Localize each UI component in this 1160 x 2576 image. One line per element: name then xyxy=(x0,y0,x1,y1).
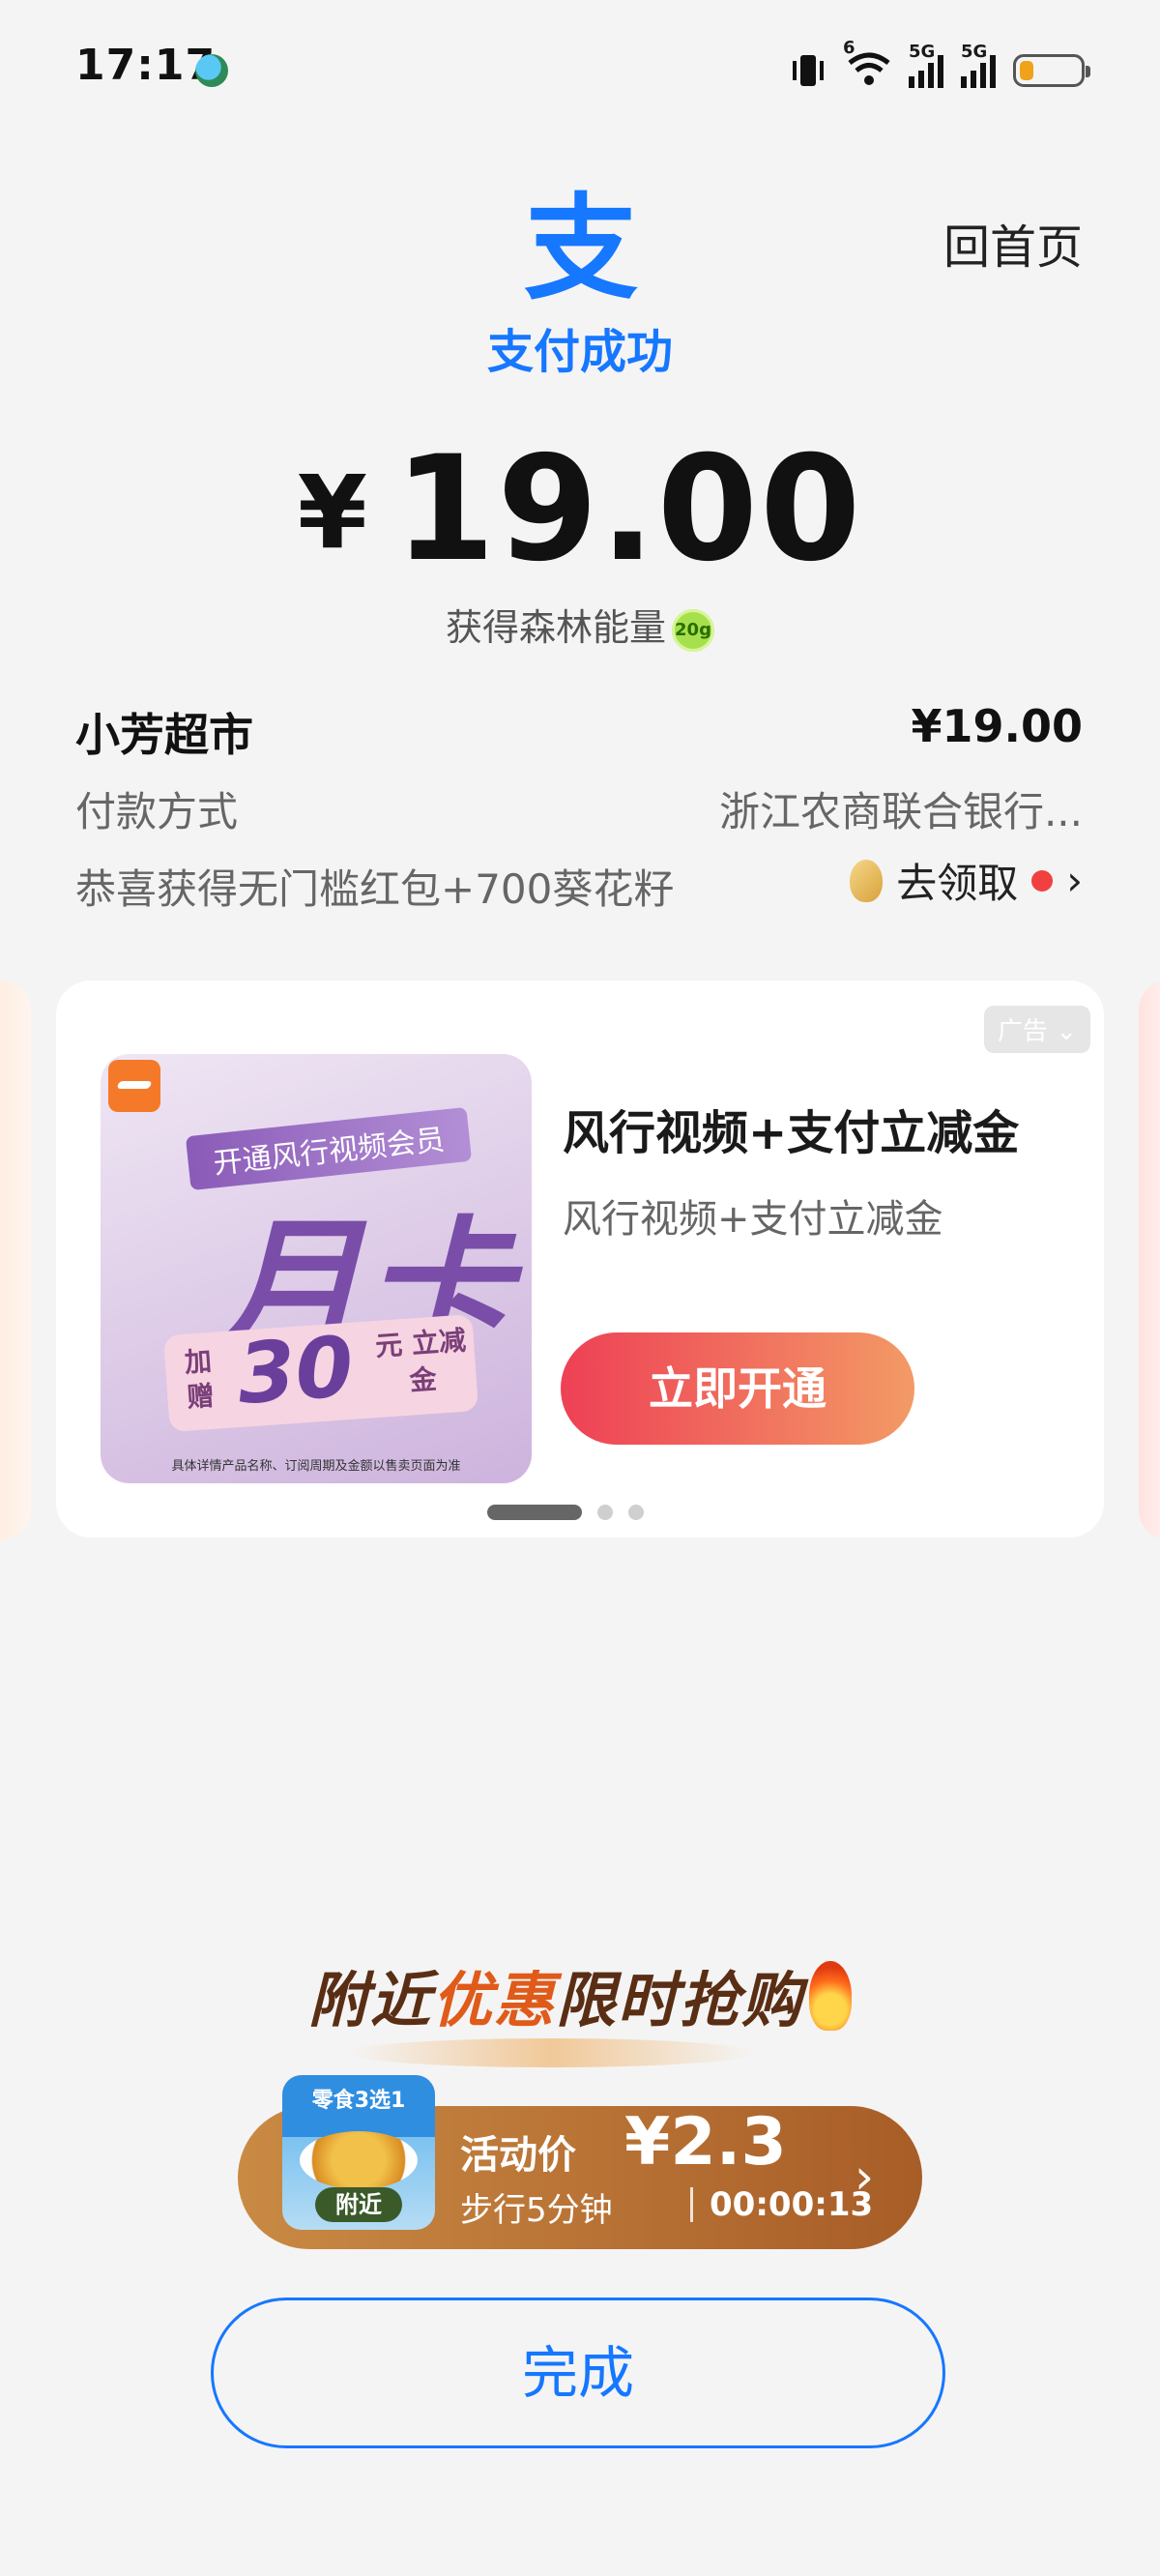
ad-title[interactable]: 风行视频+支付立减金 xyxy=(563,1095,1019,1162)
ad-tag[interactable]: 广告 ⌄ xyxy=(983,1006,1090,1053)
alipay-logo-icon: 支 xyxy=(524,190,638,306)
energy-text: 获得森林能量 xyxy=(445,606,666,649)
promo-swash xyxy=(348,2038,754,2067)
reward-text: 恭喜获得无门槛红包+700葵花籽 xyxy=(75,865,675,913)
battery-icon xyxy=(1013,54,1090,87)
reward-claim-label: 去领取 xyxy=(896,860,1019,907)
chevron-down-icon: ⌄ xyxy=(1047,1017,1077,1046)
signal-icon: 5G xyxy=(909,42,943,88)
ad-open-button[interactable]: 立即开通 xyxy=(561,1332,914,1445)
chevron-right-icon[interactable]: › xyxy=(855,2149,874,2205)
status-icons: 6 5G 5G xyxy=(787,38,1090,95)
energy-badge-icon: 20g xyxy=(672,608,714,652)
payment-amount: ¥19.00 xyxy=(0,425,1160,594)
battery-level xyxy=(1020,61,1033,80)
promo-title-c: 限时抢购 xyxy=(556,1965,804,2035)
globe-icon xyxy=(195,54,228,87)
carousel-prev-card[interactable] xyxy=(0,981,31,1539)
promo-walk-distance: 步行5分钟 xyxy=(460,2191,613,2230)
promo-countdown: 00:00:13 xyxy=(710,2185,874,2224)
sunflower-seed-icon xyxy=(850,859,884,902)
carousel-dot xyxy=(597,1505,613,1520)
payment-success-title: 支付成功 xyxy=(486,325,673,379)
sim1-label: 5G xyxy=(909,42,936,62)
promo-title-a: 附近 xyxy=(307,1965,432,2035)
promo-title: 附近优惠限时抢购 xyxy=(0,1951,1160,2038)
logo-glyph: 支 xyxy=(524,190,638,306)
vibrate-icon xyxy=(793,55,824,86)
done-button[interactable]: 完成 xyxy=(211,2298,945,2448)
sim2-label: 5G xyxy=(961,42,988,62)
brand-logo-icon xyxy=(108,1060,160,1112)
chevron-right-icon: › xyxy=(1066,857,1083,904)
ad-image-fineprint: 具体详情产品名称、订阅周期及金额以售卖页面为准 xyxy=(171,1459,461,1474)
payment-method-label: 付款方式 xyxy=(75,788,239,835)
reward-claim-button[interactable]: 去领取 › xyxy=(850,851,1083,910)
wifi-icon: 6 xyxy=(843,38,891,90)
ad-tag-label: 广告 xyxy=(997,1017,1048,1046)
ad-image[interactable]: 开通风行视频会员 月卡 加赠 30 元 立减金 具体详情产品名称、订阅周期及金额… xyxy=(101,1054,532,1483)
flame-icon xyxy=(809,1961,853,2031)
carousel-dot xyxy=(628,1505,644,1520)
snack-image xyxy=(300,2131,418,2189)
wifi-label: 6 xyxy=(843,38,856,58)
signal-icon: 5G xyxy=(961,42,996,88)
ad-image-add: 加赠 xyxy=(183,1344,216,1414)
promo-title-b: 优惠 xyxy=(431,1965,556,2035)
promo-thumbnail[interactable]: 零食3选1 附近 xyxy=(282,2075,435,2230)
promo-thumb-badge: 附近 xyxy=(315,2187,402,2222)
ad-image-coupon: 加赠 30 元 立减金 xyxy=(162,1313,479,1433)
amount-value: 19.00 xyxy=(393,425,863,594)
promo-price: ¥2.3 xyxy=(624,2104,787,2181)
promo-price-label: 活动价 xyxy=(460,2133,576,2178)
ad-subtitle: 风行视频+支付立减金 xyxy=(563,1197,943,1242)
ad-image-number: 30 xyxy=(234,1318,357,1423)
promo-divider xyxy=(690,2187,693,2222)
forest-energy[interactable]: 获得森林能量 20g xyxy=(0,598,1160,652)
promo-thumb-label: 零食3选1 xyxy=(311,2089,406,2113)
status-time: 17:17 xyxy=(75,41,217,90)
merchant-amount: ¥19.00 xyxy=(911,700,1083,752)
carousel-indicator xyxy=(487,1505,644,1520)
payment-method-value: 浙江农商联合银行... xyxy=(718,788,1083,835)
carousel-dot-active xyxy=(487,1505,582,1520)
merchant-name: 小芳超市 xyxy=(75,709,253,761)
ad-image-unit: 元 立减金 xyxy=(374,1324,468,1397)
home-link[interactable]: 回首页 xyxy=(943,209,1083,277)
currency-symbol: ¥ xyxy=(297,454,369,571)
notification-dot xyxy=(1031,869,1054,892)
carousel-next-card[interactable] xyxy=(1139,981,1160,1539)
